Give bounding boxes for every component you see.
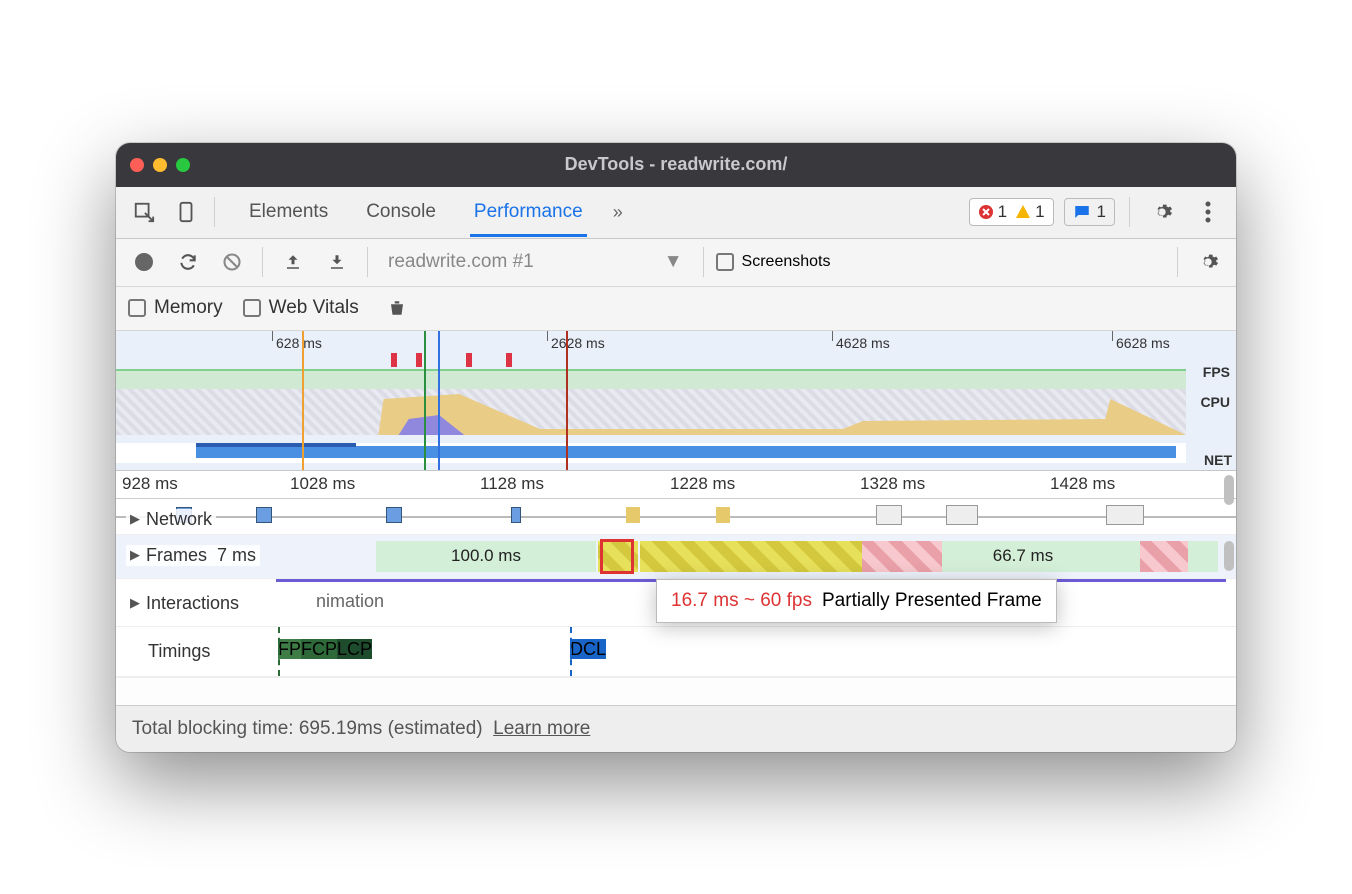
learn-more-link[interactable]: Learn more — [493, 718, 590, 739]
dropped-frame-marker — [416, 353, 422, 367]
tooltip-timing: 16.7 ms ~ 60 fps — [671, 590, 812, 612]
ruler-tick: 1028 ms — [290, 474, 355, 494]
network-track[interactable]: ▶Network — [116, 499, 1236, 535]
capture-settings-icon[interactable] — [1190, 244, 1226, 280]
frame-segment-dropped[interactable] — [862, 541, 942, 572]
overview-tick: 6628 ms — [1116, 335, 1170, 351]
download-profile-button[interactable] — [319, 244, 355, 280]
frame-segment[interactable]: 100.0 ms — [376, 541, 596, 572]
divider — [703, 247, 704, 277]
more-options-icon[interactable] — [1190, 194, 1226, 230]
console-status-badges[interactable]: 1 1 — [969, 198, 1054, 226]
timing-marker-lcp[interactable]: LCP — [337, 639, 372, 659]
dropped-frame-marker — [466, 353, 472, 367]
ruler-tick: 928 ms — [122, 474, 178, 494]
fps-lane — [116, 357, 1186, 389]
divider — [1177, 247, 1178, 277]
collect-garbage-button[interactable] — [379, 290, 415, 326]
animation-label-truncated: nimation — [316, 591, 384, 612]
timeline-overview[interactable]: 628 ms 2628 ms 4628 ms 6628 ms FPS CP — [116, 331, 1236, 471]
more-tabs-button[interactable]: » — [613, 202, 623, 223]
clear-button[interactable] — [214, 244, 250, 280]
issues-badge[interactable]: 1 — [1064, 198, 1115, 226]
ruler-tick: 1328 ms — [860, 474, 925, 494]
frame-segment[interactable]: 66.7 ms — [942, 541, 1104, 572]
timing-marker-dcl[interactable]: DCL — [570, 639, 606, 659]
frame-segment-partial[interactable] — [640, 541, 862, 572]
tab-console[interactable]: Console — [362, 188, 440, 237]
frame-segment[interactable] — [1104, 541, 1140, 572]
status-footer: Total blocking time: 695.19ms (estimated… — [116, 705, 1236, 752]
frame-segment-dropped[interactable] — [1140, 541, 1188, 572]
window-titlebar: DevTools - readwrite.com/ — [116, 143, 1236, 187]
inspect-element-icon[interactable] — [126, 194, 162, 230]
record-button[interactable] — [126, 244, 162, 280]
frame-selection — [600, 539, 634, 574]
recording-session-select[interactable]: readwrite.com #1 ▼ — [380, 251, 691, 273]
disclosure-triangle-icon[interactable]: ▶ — [130, 595, 140, 611]
divider — [214, 197, 215, 227]
performance-toolbar: readwrite.com #1 ▼ Screenshots — [116, 239, 1236, 287]
session-label: readwrite.com #1 — [388, 251, 534, 273]
lane-label-net: NET — [1204, 452, 1232, 468]
frames-track[interactable]: ▶Frames 7 ms 100.0 ms 66.7 ms — [116, 535, 1236, 579]
timing-line — [278, 627, 280, 676]
overview-tick: 628 ms — [276, 335, 322, 351]
blocking-time-text: Total blocking time: 695.19ms (estimated… — [132, 718, 483, 739]
tooltip-description: Partially Presented Frame — [822, 590, 1042, 612]
dropped-frame-marker — [506, 353, 512, 367]
scrollbar-thumb[interactable] — [1224, 541, 1234, 571]
overview-tick: 2628 ms — [551, 335, 605, 351]
net-lane — [116, 443, 1186, 463]
timing-marker-fp[interactable]: FP — [278, 639, 301, 659]
divider — [367, 247, 368, 277]
dropped-frame-marker — [391, 353, 397, 367]
time-ruler[interactable]: 928 ms 1028 ms 1128 ms 1228 ms 1328 ms 1… — [116, 471, 1236, 499]
chevron-down-icon: ▼ — [664, 251, 683, 273]
disclosure-triangle-icon[interactable]: ▶ — [130, 511, 140, 527]
web-vitals-checkbox[interactable]: Web Vitals — [243, 297, 359, 319]
panel-tab-bar: Elements Console Performance » 1 1 1 — [116, 187, 1236, 239]
lane-label-cpu: CPU — [1200, 387, 1236, 417]
device-toolbar-icon[interactable] — [168, 194, 204, 230]
timings-track[interactable]: Timings FPFCPLCP DCL — [116, 627, 1236, 677]
frame-segment[interactable] — [1188, 541, 1218, 572]
ruler-tick: 1128 ms — [480, 474, 544, 494]
timing-marker-fcp[interactable]: FCP — [301, 639, 337, 659]
overview-marker — [302, 331, 304, 470]
timing-line — [570, 627, 572, 676]
performance-options-row: Memory Web Vitals — [116, 287, 1236, 331]
divider — [1129, 197, 1130, 227]
scrollbar-thumb[interactable] — [1224, 475, 1234, 505]
interactions-track[interactable]: ▶Interactions nimation 16.7 ms ~ 60 fps … — [116, 579, 1236, 627]
screenshots-checkbox[interactable]: Screenshots — [716, 253, 831, 271]
overview-tick: 4628 ms — [836, 335, 890, 351]
frame-tooltip: 16.7 ms ~ 60 fps Partially Presented Fra… — [656, 579, 1057, 623]
overview-marker — [438, 331, 440, 470]
overview-marker — [424, 331, 426, 470]
devtools-window: DevTools - readwrite.com/ Elements Conso… — [116, 143, 1236, 752]
ruler-tick: 1428 ms — [1050, 474, 1115, 494]
divider — [262, 247, 263, 277]
memory-checkbox[interactable]: Memory — [128, 297, 223, 319]
reload-record-button[interactable] — [170, 244, 206, 280]
settings-icon[interactable] — [1144, 194, 1180, 230]
lane-label-fps: FPS — [1200, 357, 1236, 387]
warning-count: 1 — [1035, 202, 1044, 222]
overview-marker — [566, 331, 568, 470]
window-title: DevTools - readwrite.com/ — [116, 154, 1236, 175]
issues-count: 1 — [1097, 202, 1106, 222]
disclosure-triangle-icon[interactable]: ▶ — [130, 547, 140, 563]
tab-elements[interactable]: Elements — [245, 188, 332, 237]
tab-performance[interactable]: Performance — [470, 188, 587, 237]
upload-profile-button[interactable] — [275, 244, 311, 280]
error-count: 1 — [998, 202, 1007, 222]
cpu-lane — [116, 389, 1186, 435]
ruler-tick: 1228 ms — [670, 474, 735, 494]
